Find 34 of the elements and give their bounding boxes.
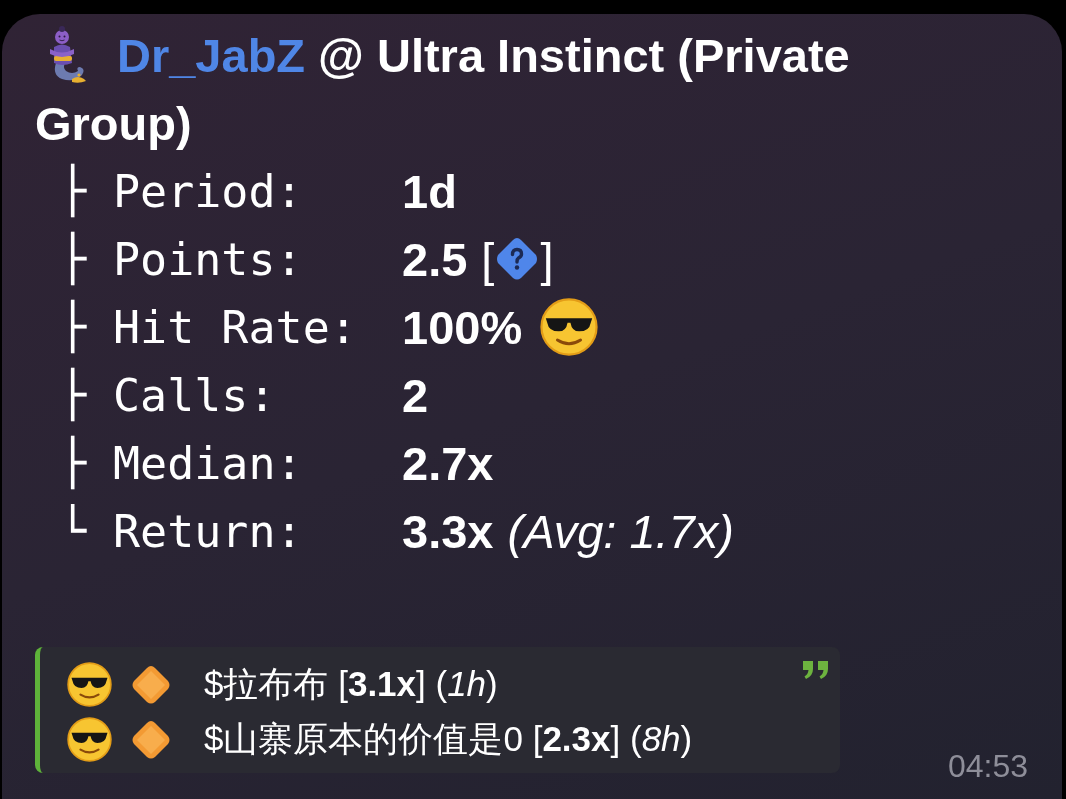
diamond-icon: [131, 664, 171, 705]
tree-branch: └: [59, 504, 86, 558]
question-diamond-icon: [495, 237, 540, 281]
chat-title: Group): [35, 95, 192, 151]
sunglasses-face-icon: [67, 662, 112, 707]
stat-value: 2: [402, 367, 429, 423]
tree-branch: ├: [59, 232, 86, 286]
stat-label: Period:: [113, 164, 304, 218]
diamond-icon: [131, 719, 171, 760]
stat-label: Calls:: [113, 368, 277, 422]
stat-label: Median:: [113, 436, 304, 490]
bracket-text: [: [481, 231, 495, 287]
stat-note: (Avg: 1.7x): [507, 503, 734, 559]
message-time: 04:53: [947, 747, 1028, 785]
chat-title: @ Ultra Instinct (Private: [318, 27, 850, 83]
stat-value: 2.7x: [402, 435, 494, 491]
quote-line: $拉布布 [3.1x] (1h): [204, 663, 498, 705]
sunglasses-face-icon: [67, 717, 112, 762]
tree-branch: ├: [59, 300, 86, 354]
stat-label: Hit Rate:: [113, 300, 358, 354]
quote-line: $山寨原本的价值是0 [2.3x] (8h): [204, 718, 693, 760]
tree-branch: ├: [59, 368, 86, 422]
tree-branch: ├: [59, 436, 86, 490]
bracket-text: ]: [540, 231, 554, 287]
sunglasses-face-icon: [540, 298, 599, 356]
quote-icon: [802, 660, 830, 680]
tree-branch: ├: [59, 164, 86, 218]
stat-value: 3.3x: [402, 503, 494, 559]
stat-label: Return:: [113, 504, 304, 558]
author-link[interactable]: Dr_JabZ: [117, 27, 306, 83]
stat-value: 2.5: [402, 231, 468, 287]
stat-value: 100%: [402, 299, 523, 355]
stat-value: 1d: [402, 163, 457, 219]
stat-label: Points:: [113, 232, 304, 286]
